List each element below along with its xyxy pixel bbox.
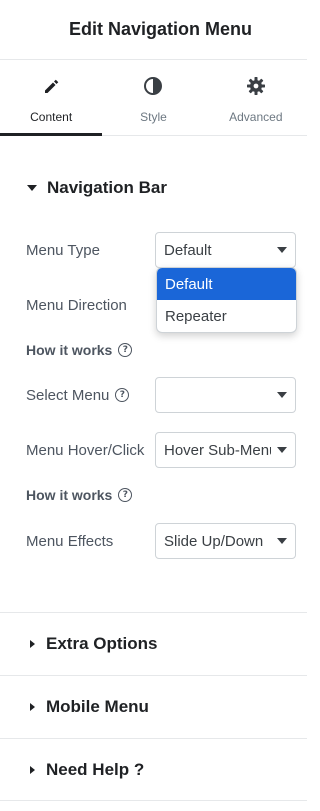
caret-right-icon xyxy=(30,640,35,648)
tab-label: Advanced xyxy=(229,110,283,124)
question-icon: ? xyxy=(115,388,130,402)
gear-icon xyxy=(246,76,266,96)
tab-label: Content xyxy=(30,110,73,124)
caret-right-icon xyxy=(30,703,35,711)
menu-type-label: Menu Type xyxy=(26,241,100,259)
section-title: Extra Options xyxy=(46,634,158,653)
menu-effects-label: Menu Effects xyxy=(26,532,114,550)
menu-hover-select[interactable]: Hover Sub-Menu xyxy=(155,432,296,468)
section-title: Mobile Menu xyxy=(46,697,149,716)
contrast-icon xyxy=(143,76,163,96)
section-title: Navigation Bar xyxy=(47,178,167,197)
caret-down-icon xyxy=(27,185,37,191)
menu-type-dropdown: Default Repeater xyxy=(156,267,297,333)
caret-right-icon xyxy=(30,765,35,774)
section-mobile-menu[interactable]: Mobile Menu xyxy=(0,675,307,738)
menu-type-value: Default xyxy=(164,241,212,259)
select-menu-select[interactable] xyxy=(155,377,296,413)
select-menu-text: Select Menu xyxy=(26,386,110,404)
section-navigation-bar[interactable]: Navigation Bar xyxy=(26,173,296,203)
menu-type-row: Menu Type Default xyxy=(26,232,296,268)
how-it-works-link[interactable]: How it works ? xyxy=(26,487,133,503)
section-title: Need Help ? xyxy=(46,759,145,779)
how-it-works-label: How it works xyxy=(26,487,113,503)
tab-advanced[interactable]: Advanced xyxy=(205,60,307,135)
menu-hover-value: Hover Sub-Menu xyxy=(164,441,271,459)
section-need-help[interactable]: Need Help ? xyxy=(0,738,307,801)
chevron-down-icon xyxy=(277,538,287,544)
tab-style[interactable]: Style xyxy=(102,60,204,135)
question-icon: ? xyxy=(118,343,133,357)
menu-effects-select[interactable]: Slide Up/Down xyxy=(155,523,296,559)
how-it-works-label: How it works xyxy=(26,342,113,358)
how-it-works-link[interactable]: How it works ? xyxy=(26,342,133,358)
menu-effects-value: Slide Up/Down xyxy=(164,532,264,550)
tab-content[interactable]: Content xyxy=(0,60,103,136)
page-title: Edit Navigation Menu xyxy=(68,19,252,39)
menu-type-select[interactable]: Default xyxy=(155,232,296,268)
content-panel: Navigation Bar xyxy=(0,173,307,203)
chevron-down-icon xyxy=(277,447,287,453)
panel-header: Edit Navigation Menu xyxy=(0,0,307,60)
chevron-down-icon xyxy=(277,392,287,398)
dropdown-option-default[interactable]: Default xyxy=(157,268,296,300)
dropdown-option-repeater[interactable]: Repeater xyxy=(157,300,296,332)
chevron-down-icon xyxy=(277,247,287,253)
tab-label: Style xyxy=(140,110,167,124)
question-icon: ? xyxy=(118,488,133,502)
select-menu-row: Select Menu ? xyxy=(26,377,296,413)
menu-effects-row: Menu Effects Slide Up/Down xyxy=(26,523,296,559)
tab-bar: Content Style Advanced xyxy=(0,60,307,136)
menu-hover-row: Menu Hover/Click Hover Sub-Menu xyxy=(26,432,296,468)
pencil-icon xyxy=(41,76,61,96)
menu-hover-label: Menu Hover/Click xyxy=(26,441,145,459)
select-menu-label: Select Menu ? xyxy=(26,386,130,404)
menu-direction-label: Menu Direction xyxy=(26,296,127,314)
section-extra-options[interactable]: Extra Options xyxy=(0,612,307,675)
